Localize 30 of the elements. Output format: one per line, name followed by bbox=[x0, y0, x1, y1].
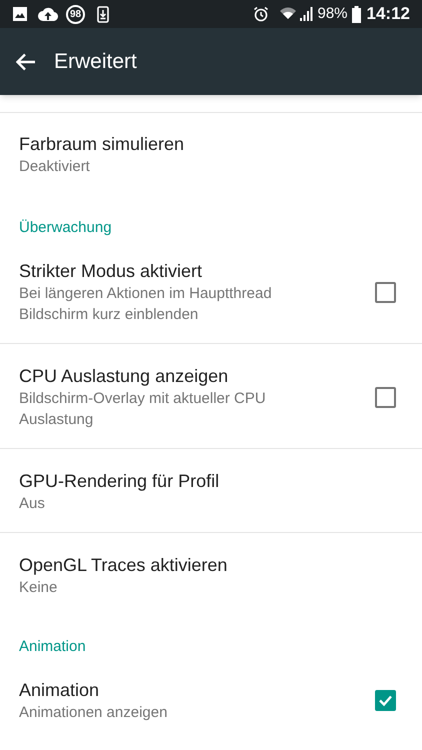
checkbox[interactable] bbox=[375, 386, 396, 408]
checkbox[interactable] bbox=[375, 282, 396, 302]
setting-title[interactable]: Farbraum simulieren bbox=[19, 132, 336, 156]
back-arrow-icon[interactable] bbox=[16, 52, 36, 70]
setting-summary: Deaktiviert bbox=[19, 157, 91, 177]
clock: 14:12 bbox=[366, 3, 410, 26]
alarm-icon bbox=[253, 6, 270, 22]
battery-percent: 98% bbox=[317, 4, 348, 24]
checkbox[interactable] bbox=[375, 690, 396, 711]
wifi-icon bbox=[279, 6, 298, 22]
setting-summary: Keine bbox=[19, 578, 58, 598]
section-header: Überwachung bbox=[18, 218, 113, 238]
setting-title[interactable]: CPU Auslastung anzeigen bbox=[19, 364, 315, 388]
notification-badge: 98 bbox=[66, 4, 85, 24]
phone-download-icon bbox=[97, 6, 109, 22]
setting-summary: Bei längeren Aktionen im Hauptthread Bildschirm kurz einblenden bbox=[19, 284, 273, 325]
setting-title[interactable]: GPU-Rendering für Profil bbox=[19, 469, 336, 493]
setting-summary: Animationen anzeigen bbox=[19, 703, 168, 723]
section-header: Animation bbox=[18, 637, 87, 657]
cloud-upload-icon bbox=[38, 7, 58, 21]
screen-title: Erweitert bbox=[54, 48, 137, 75]
setting-summary: Bildschirm-Overlay mit aktueller CPU Auslastung bbox=[19, 389, 267, 430]
check-icon bbox=[378, 693, 393, 708]
battery-icon bbox=[352, 6, 361, 22]
setting-title[interactable]: OpenGL Traces aktivieren bbox=[19, 553, 336, 577]
signal-icon bbox=[299, 7, 314, 21]
setting-title[interactable]: Animation bbox=[19, 678, 315, 702]
setting-title[interactable]: Strikter Modus aktiviert bbox=[19, 259, 315, 283]
image-icon bbox=[12, 6, 28, 22]
setting-summary: Aus bbox=[19, 494, 46, 514]
